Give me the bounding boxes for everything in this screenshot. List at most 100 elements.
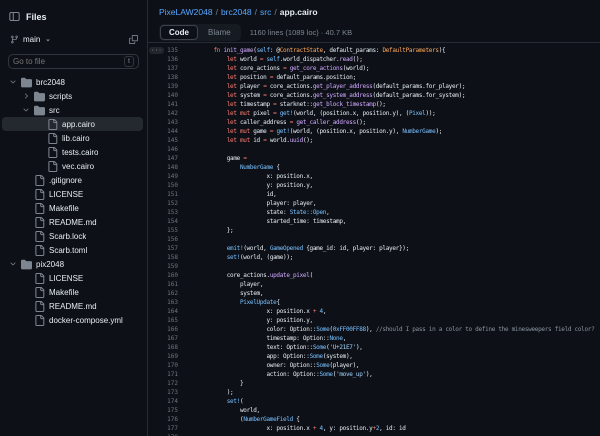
- chevron-down-icon[interactable]: [8, 260, 17, 268]
- sidebar-toggle-icon[interactable]: [9, 11, 20, 22]
- code-line: 145 let mut id = world.uuid();: [148, 136, 600, 145]
- tree-item-brc2048[interactable]: brc2048: [2, 75, 143, 89]
- line-number[interactable]: 152: [148, 199, 187, 208]
- line-number[interactable]: 141: [148, 100, 187, 109]
- tree-item-readme.md[interactable]: README.md: [2, 215, 143, 229]
- file-icon: [34, 203, 45, 214]
- code-line-text: text: Option::Some('U+21E7'),: [187, 343, 363, 352]
- code-line-text: emit!(world, GameOpened {game_id: id, pl…: [187, 244, 409, 253]
- code-line: 152 player: player,: [148, 199, 600, 208]
- tab-blame[interactable]: Blame: [199, 25, 240, 40]
- line-number[interactable]: 135···: [148, 46, 187, 55]
- line-number[interactable]: 157: [148, 244, 187, 253]
- code-line: 161 player,: [148, 280, 600, 289]
- line-number[interactable]: 146: [148, 145, 187, 154]
- file-icon: [34, 315, 45, 326]
- line-number[interactable]: 167: [148, 334, 187, 343]
- line-number[interactable]: 161: [148, 280, 187, 289]
- line-number[interactable]: 160: [148, 271, 187, 280]
- line-number[interactable]: 150: [148, 181, 187, 190]
- breadcrumb-link[interactable]: brc2048: [221, 7, 252, 17]
- tree-item-license[interactable]: LICENSE: [2, 271, 143, 285]
- code-line: 142 let mut pixel = get!(world, (positio…: [148, 109, 600, 118]
- tree-item-pix2048[interactable]: pix2048: [2, 257, 143, 271]
- tree-item-scripts[interactable]: scripts: [2, 89, 143, 103]
- tree-item-label: Makefile: [49, 204, 79, 213]
- tree-item-readme.md[interactable]: README.md: [2, 299, 143, 313]
- line-number[interactable]: 140: [148, 91, 187, 100]
- tree-item-lib.cairo[interactable]: lib.cairo: [2, 131, 143, 145]
- line-number[interactable]: 136: [148, 55, 187, 64]
- go-to-file-input[interactable]: [13, 57, 105, 66]
- line-number[interactable]: 153: [148, 208, 187, 217]
- line-number[interactable]: 144: [148, 127, 187, 136]
- line-number[interactable]: 172: [148, 379, 187, 388]
- tab-code[interactable]: Code: [160, 25, 198, 40]
- chevron-right-icon[interactable]: [21, 92, 30, 100]
- line-number[interactable]: 142: [148, 109, 187, 118]
- line-number[interactable]: 137: [148, 64, 187, 73]
- line-number[interactable]: 159: [148, 262, 187, 271]
- line-number[interactable]: 155: [148, 226, 187, 235]
- code-line-text: let mut id = world.uuid();: [187, 136, 313, 145]
- breadcrumb-link[interactable]: PixeLAW2048: [159, 7, 213, 17]
- line-number[interactable]: 162: [148, 289, 187, 298]
- tree-item-app.cairo[interactable]: app.cairo: [2, 117, 143, 131]
- tree-item-makefile[interactable]: Makefile: [2, 201, 143, 215]
- line-number[interactable]: 143: [148, 118, 187, 127]
- branch-selector[interactable]: main: [7, 33, 55, 46]
- go-to-file-wrapper: t: [0, 51, 147, 73]
- tree-item-tests.cairo[interactable]: tests.cairo: [2, 145, 143, 159]
- line-number[interactable]: 149: [148, 172, 187, 181]
- tree-item-docker-compose.yml[interactable]: docker-compose.yml: [2, 313, 143, 327]
- tree-item-label: Scarb.lock: [49, 232, 86, 241]
- go-to-file-box[interactable]: t: [8, 54, 139, 69]
- line-number[interactable]: 176: [148, 415, 187, 424]
- tree-item-label: LICENSE: [49, 190, 83, 199]
- breadcrumb-link[interactable]: src: [260, 7, 271, 17]
- code-line: 177 x: position.x + 4, y: position.y+2, …: [148, 424, 600, 433]
- expand-collapsed-lines-icon[interactable]: ···: [149, 47, 164, 54]
- tree-item-license[interactable]: LICENSE: [2, 187, 143, 201]
- code-line-text: NumberGame {: [187, 163, 280, 172]
- tree-item-vec.cairo[interactable]: vec.cairo: [2, 159, 143, 173]
- tree-item-src[interactable]: src: [2, 103, 143, 117]
- file-icon: [34, 231, 45, 242]
- chevron-down-icon[interactable]: [8, 78, 17, 86]
- line-number[interactable]: 171: [148, 370, 187, 379]
- line-number[interactable]: 168: [148, 343, 187, 352]
- line-number[interactable]: 147: [148, 154, 187, 163]
- line-number[interactable]: 158: [148, 253, 187, 262]
- line-number[interactable]: 174: [148, 397, 187, 406]
- line-number[interactable]: 175: [148, 406, 187, 415]
- line-number[interactable]: 173: [148, 388, 187, 397]
- line-number[interactable]: 138: [148, 73, 187, 82]
- line-number[interactable]: 164: [148, 307, 187, 316]
- line-number[interactable]: 166: [148, 325, 187, 334]
- line-number[interactable]: 148: [148, 163, 187, 172]
- tree-item-scarb.lock[interactable]: Scarb.lock: [2, 229, 143, 243]
- code-line-text: x: position.x + 4,: [187, 307, 326, 316]
- file-icon: [47, 161, 58, 172]
- copy-icon[interactable]: [127, 30, 140, 49]
- line-number[interactable]: 145: [148, 136, 187, 145]
- line-number[interactable]: 177: [148, 424, 187, 433]
- line-number[interactable]: 151: [148, 190, 187, 199]
- line-number[interactable]: 170: [148, 361, 187, 370]
- branch-row: main: [0, 27, 147, 51]
- tree-item-scarb.toml[interactable]: Scarb.toml: [2, 243, 143, 257]
- line-number[interactable]: 139: [148, 82, 187, 91]
- line-number[interactable]: 169: [148, 352, 187, 361]
- line-number[interactable]: 163: [148, 298, 187, 307]
- tree-item-.gitignore[interactable]: .gitignore: [2, 173, 143, 187]
- chevron-down-icon[interactable]: [21, 106, 30, 114]
- sidebar-header: Files: [0, 6, 147, 27]
- line-number[interactable]: 156: [148, 235, 187, 244]
- line-number[interactable]: 154: [148, 217, 187, 226]
- code-line: 173 );: [148, 388, 600, 397]
- breadcrumb: PixeLAW2048/brc2048/src/app.cairo: [148, 0, 600, 23]
- code-line: 151 id,: [148, 190, 600, 199]
- code-line-text: player,: [187, 280, 263, 289]
- tree-item-makefile[interactable]: Makefile: [2, 285, 143, 299]
- line-number[interactable]: 165: [148, 316, 187, 325]
